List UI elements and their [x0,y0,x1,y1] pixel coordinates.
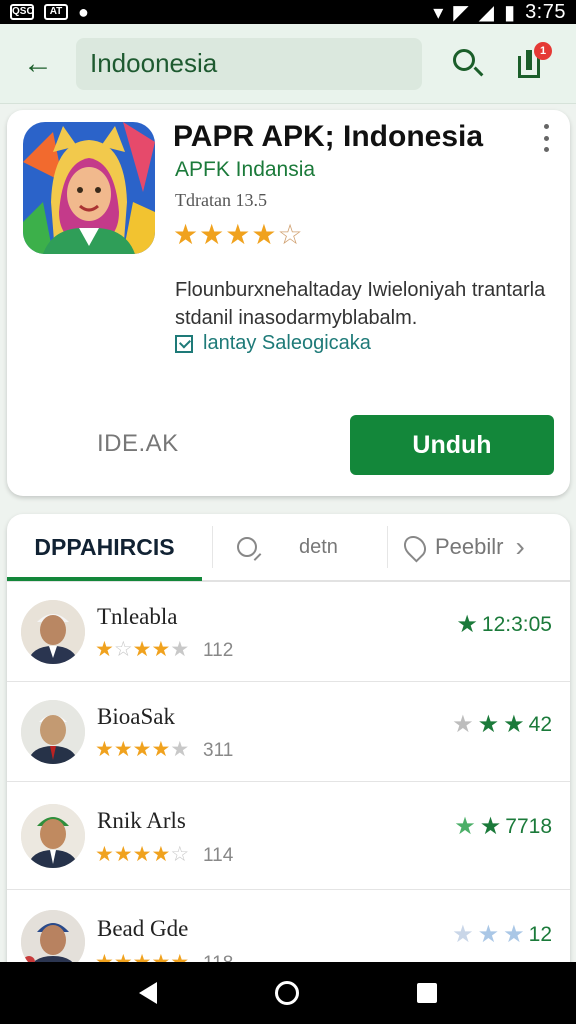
item-score: ★ ★ 7718 [454,812,552,841]
item-score-value: 12:3:05 [481,612,552,636]
secondary-action-button[interactable]: IDE.AK [97,430,179,458]
item-rating-stars: ★★★★★ [95,738,190,761]
notification-dot-icon: ● [78,1,89,22]
active-tab-indicator [7,577,202,581]
search-icon[interactable] [448,44,488,84]
wifi-icon: ▾ [433,1,444,24]
star-icon: ★ [477,711,500,738]
list-item[interactable]: BioaSak ★★★★★ 311 ★ ★ ★ 42 [7,682,570,782]
nav-recents-icon[interactable] [417,983,437,1003]
item-score: ★ ★ ★ 12 [452,920,552,949]
item-rating-count: 112 [203,640,234,661]
app-info-link[interactable]: lantay Saleogicaka [175,332,371,355]
avatar [21,600,85,664]
star-icon: ★ [456,611,478,638]
item-score-value: 7718 [505,814,552,838]
app-link-text: lantay Saleogicaka [203,332,371,354]
item-name: Tnleabla [97,604,178,629]
tab-search[interactable] [227,514,267,580]
back-arrow-icon[interactable]: ← [16,42,60,86]
search-icon [237,537,257,557]
app-detail-card: PAPR APK; Indonesia APFK Indansia Tdrata… [7,110,570,496]
item-rating-count: 311 [203,740,234,761]
app-version: Tdratan 13.5 [175,190,267,210]
developer-link[interactable]: APFK Indansia [175,158,315,182]
star-icon: ★ [199,219,226,250]
item-rating-stars: ★☆★★★ [95,638,190,661]
app-icon[interactable] [23,122,155,254]
star-icon: ★ [452,921,474,948]
battery-icon: ▮ [504,1,516,24]
item-score: ★ ★ ★ 42 [452,710,552,739]
nav-home-icon[interactable] [275,981,299,1005]
search-input[interactable]: Indoonesia [76,37,422,90]
pin-icon [399,531,431,563]
star-icon: ★ [479,813,502,840]
status-time: 3:75 [525,0,566,23]
tab-divider [387,526,388,568]
item-name: Bead Gde [97,916,189,941]
more-options-icon[interactable] [540,124,552,152]
list-item[interactable]: Tnleabla ★☆★★★ 112 ★ 12:3:05 [7,582,570,682]
signal-icon: ◢ [478,1,495,24]
list-item[interactable]: Rnik Arls ★★★★☆ 114 ★ ★ 7718 [7,782,570,890]
app-description: Flounburxnehaltaday Iwieloniyah trantarl… [175,279,546,329]
star-icon: ★ [477,921,500,948]
item-name: BioaSak [97,704,175,729]
system-nav-bar [0,962,576,1024]
avatar [21,804,85,868]
item-score-value: 12 [528,922,552,946]
star-icon: ★ [503,921,525,948]
star-icon: ★ [173,219,200,250]
no-sim-icon: ◤ [453,1,469,24]
item-rating-count: 114 [203,845,234,866]
ranking-list-card: DPPAHIRCIS detn Peebilr › Tnleabla ★☆★★★… [7,514,570,974]
tab-active[interactable]: DPPAHIRCIS [7,514,202,580]
star-icon: ★ [454,813,476,840]
item-name: Rnik Arls [97,808,186,833]
star-icon: ★ [225,219,252,250]
search-app-bar: ← Indoonesia 1 [0,24,576,104]
item-rating-stars: ★★★★☆ [95,843,190,866]
item-score-value: 42 [528,712,552,736]
install-button[interactable]: Unduh [350,415,554,475]
item-score: ★ 12:3:05 [456,610,552,639]
tab-reviews[interactable]: Peebilr › [399,514,525,580]
status-left: QSC AT ● [10,2,89,23]
avatar [21,700,85,764]
app-rating-stars: ★★★★☆ [173,218,304,251]
tab-reviews-label: Peebilr [435,534,504,559]
notification-badge: 1 [534,41,552,60]
star-icon: ★ [503,711,525,738]
status-right: ▾ ◤ ◢ ▮ 3:75 [433,0,566,25]
tab-bar: DPPAHIRCIS detn Peebilr › [7,514,570,582]
star-half-icon: ☆ [277,219,304,250]
tab-data[interactable]: detn [299,514,338,580]
notification-app-icon: QSC [10,4,34,20]
notification-app-icon: AT [44,4,68,20]
status-bar: QSC AT ● ▾ ◤ ◢ ▮ 3:75 [0,0,576,24]
checkbox-icon [175,334,193,353]
chevron-right-icon: › [515,531,525,562]
downloads-icon[interactable]: 1 [510,41,552,84]
star-icon: ★ [251,219,278,250]
star-icon: ★ [452,711,474,738]
tab-divider [212,526,213,568]
nav-back-icon[interactable] [139,982,157,1004]
app-title: PAPR APK; Indonesia [173,120,484,153]
